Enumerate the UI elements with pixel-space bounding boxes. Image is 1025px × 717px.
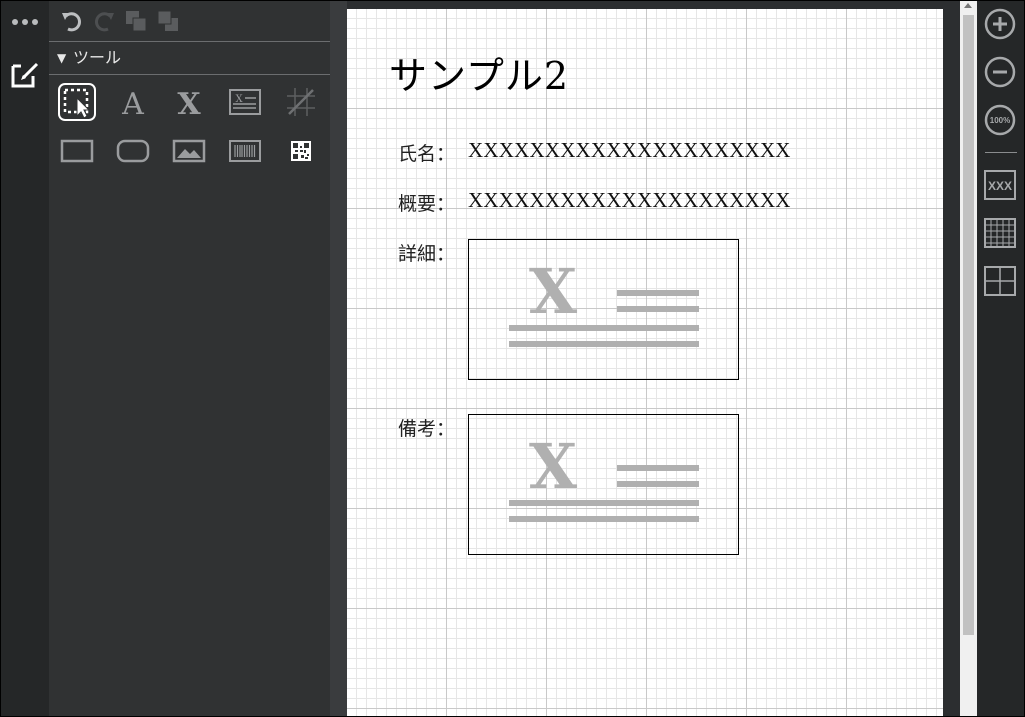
canvas-margin [943, 1, 960, 716]
rectangle-tool-button[interactable] [57, 131, 97, 171]
coarse-grid-icon[interactable] [983, 264, 1017, 298]
undo-icon[interactable] [59, 8, 85, 34]
scrollbar-thumb[interactable] [963, 15, 974, 635]
redo-icon[interactable] [91, 8, 117, 34]
zoom-reset-label: 100% [990, 116, 1010, 125]
svg-text:A: A [121, 87, 144, 122]
variable-text-tool-button[interactable]: X [169, 82, 209, 122]
right-rail-divider [985, 152, 1017, 153]
bring-forward-icon[interactable] [123, 8, 149, 34]
design-canvas[interactable]: サンプル2 氏名： XXXXXXXXXXXXXXXXXXXXX 概要： XXXX… [347, 9, 943, 716]
right-rail: 100% XXX [977, 1, 1024, 716]
svg-text:X: X [529, 255, 578, 328]
send-backward-icon[interactable] [155, 8, 181, 34]
zoom-reset-icon: 100% [984, 104, 1016, 136]
show-variables-button[interactable]: XXX [983, 168, 1017, 202]
svg-text:X: X [177, 87, 201, 122]
details-text-block[interactable]: X [468, 239, 739, 380]
vertical-scrollbar[interactable] [960, 1, 977, 716]
details-label[interactable]: 詳細： [398, 239, 455, 266]
name-value-field[interactable]: XXXXXXXXXXXXXXXXXXXXX [468, 138, 791, 163]
remarks-text-block[interactable]: X [468, 414, 739, 555]
rounded-rectangle-tool-button[interactable] [113, 131, 153, 171]
tools-section-title: ツール [73, 48, 122, 67]
zoom-out-icon[interactable] [983, 55, 1017, 89]
app-window: ▼ ツール A X X サンプル2 氏名： XXXXXXXXXXXXXXXXXX… [0, 0, 1025, 717]
scroll-up-arrow-icon[interactable] [964, 3, 972, 8]
name-label[interactable]: 氏名： [398, 139, 455, 166]
fine-grid-icon[interactable] [983, 216, 1017, 250]
image-tool-button[interactable] [169, 131, 209, 171]
text-placeholder-icon: XXX [984, 170, 1016, 200]
document-title[interactable]: サンプル2 [389, 45, 569, 100]
show-variables-label: XXX [988, 179, 1012, 193]
summary-label[interactable]: 概要： [398, 189, 455, 216]
rounded-rectangle-icon [116, 139, 150, 163]
edit-mode-icon[interactable] [9, 56, 43, 90]
rectangle-icon [60, 139, 94, 163]
collapse-toggle-icon: ▼ [57, 51, 67, 65]
remarks-label[interactable]: 備考： [398, 414, 455, 441]
tool-panel: ▼ ツール A X X [49, 1, 330, 716]
select-tool-button[interactable] [57, 82, 97, 122]
variable-x-icon: X [177, 87, 201, 122]
zoom-reset-button[interactable]: 100% [983, 103, 1017, 137]
left-rail [1, 1, 49, 716]
zoom-in-icon[interactable] [983, 7, 1017, 41]
tools-section-header[interactable]: ▼ ツール [49, 42, 330, 75]
select-tool-icon [58, 83, 96, 121]
text-block-placeholder-icon: X [509, 430, 699, 522]
image-icon [172, 139, 206, 163]
barcode-icon [229, 140, 261, 162]
text-block-icon: X [229, 89, 261, 115]
text-tool-icon: A [121, 87, 144, 122]
text-block-tool-button[interactable]: X [225, 82, 265, 122]
panel-separator [330, 1, 347, 716]
text-tool-button[interactable]: A [113, 82, 153, 122]
text-block-placeholder-icon: X [509, 255, 699, 347]
more-options-icon[interactable] [10, 13, 40, 27]
line-tool-button[interactable] [281, 82, 321, 122]
svg-text:X: X [529, 430, 578, 503]
line-grid-icon [287, 88, 315, 116]
barcode-tool-button[interactable] [225, 131, 265, 171]
summary-value-field[interactable]: XXXXXXXXXXXXXXXXXXXXX [468, 188, 791, 213]
edit-toolbar [49, 1, 330, 42]
qrcode-icon [291, 141, 311, 161]
qrcode-tool-button[interactable] [281, 131, 321, 171]
